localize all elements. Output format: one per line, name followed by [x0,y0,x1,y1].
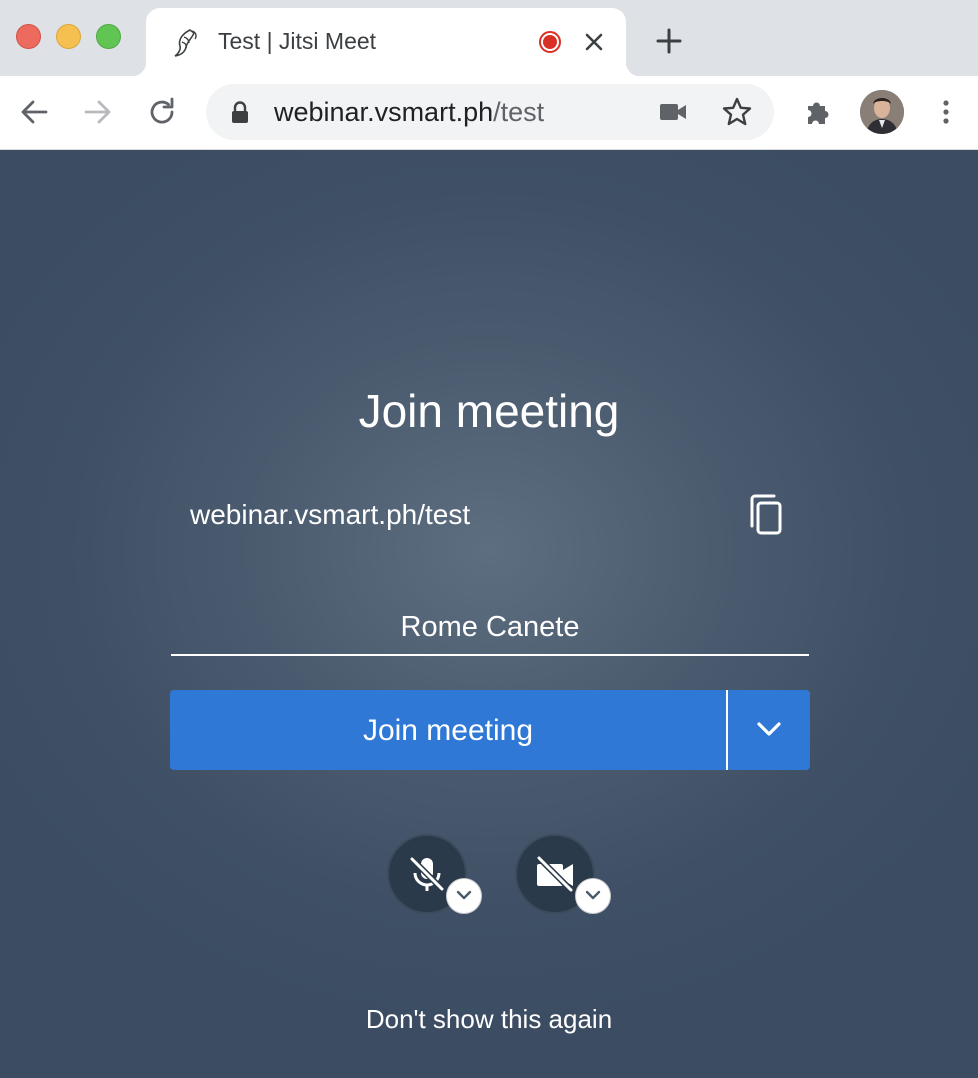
url-text[interactable]: webinar.vsmart.ph/test [274,97,544,128]
star-icon[interactable] [721,96,753,128]
copy-icon[interactable] [748,494,784,536]
back-arrow-icon[interactable] [18,96,50,128]
browser-tab[interactable]: Test | Jitsi Meet [132,8,640,76]
window-zoom-button[interactable] [96,24,121,49]
reload-icon[interactable] [146,96,178,128]
tab-strip: Test | Jitsi Meet [0,0,978,76]
join-button-group: Join meeting [170,690,810,770]
lock-icon[interactable] [230,101,250,123]
mic-muted-icon [409,856,445,892]
close-icon[interactable] [582,30,606,54]
camera-icon[interactable] [658,98,688,126]
join-options-dropdown[interactable] [728,690,810,770]
profile-avatar[interactable] [860,90,904,134]
display-name-input[interactable] [171,600,809,656]
chevron-down-icon [456,890,472,900]
more-vert-icon[interactable] [930,96,962,128]
camera-off-icon [536,855,574,893]
join-meeting-button[interactable]: Join meeting [170,690,726,770]
new-tab-plus-icon[interactable] [654,26,684,56]
window-minimize-button[interactable] [56,24,81,49]
chevron-down-icon [757,722,781,736]
mic-options-button[interactable] [446,878,482,914]
dont-show-again-link[interactable]: Don't show this again [0,1004,978,1035]
url-path: /test [493,97,545,127]
tab-title: Test | Jitsi Meet [218,28,377,54]
chevron-down-icon [585,890,601,900]
profile-photo [860,90,904,134]
window-close-button[interactable] [16,24,41,49]
meeting-url: webinar.vsmart.ph/test [190,499,471,530]
address-bar[interactable]: webinar.vsmart.ph/test [206,84,774,140]
browser-toolbar: webinar.vsmart.ph/test [0,76,978,150]
url-host: webinar.vsmart.ph [274,97,494,127]
forward-arrow-icon[interactable] [82,96,114,128]
prejoin-screen: Join meeting webinar.vsmart.ph/test Join… [0,150,978,1078]
jitsi-logo-icon [174,29,197,57]
page-title: Join meeting [358,385,620,437]
recording-dot-icon [539,31,561,53]
camera-options-button[interactable] [575,878,611,914]
extensions-puzzle-icon[interactable] [802,96,834,128]
